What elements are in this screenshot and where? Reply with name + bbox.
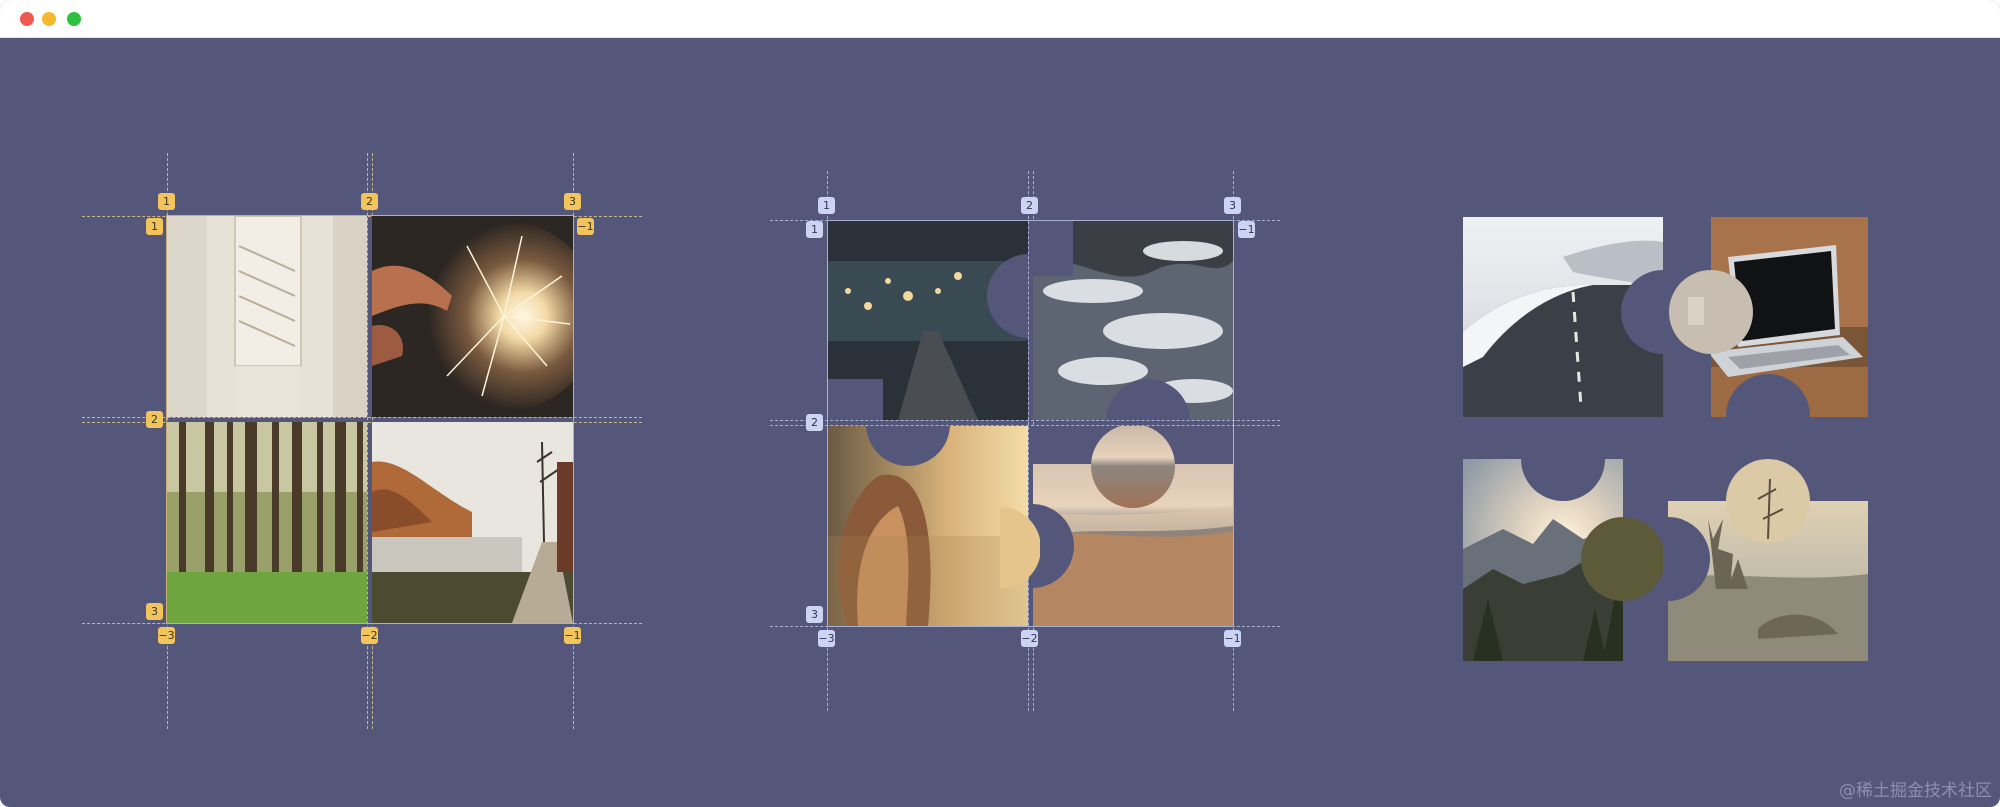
col-line-number-negative: −2 — [361, 627, 378, 644]
laptop-photo — [1668, 217, 1868, 417]
title-bar — [0, 0, 2000, 38]
col-line-number: 1 — [158, 193, 175, 210]
snowy-road-photo — [1463, 217, 1663, 417]
col-line-number: 1 — [818, 197, 835, 214]
col-line-number: 3 — [564, 193, 581, 210]
row-line-number: 2 — [146, 411, 163, 428]
deer-field-photo — [1668, 459, 1868, 661]
close-dot[interactable] — [20, 12, 34, 26]
row-line-number-negative: −1 — [577, 218, 594, 235]
col-line-number: 2 — [1021, 197, 1038, 214]
girl-knob — [1000, 507, 1040, 589]
zoom-dot[interactable] — [67, 12, 81, 26]
row-line-number: 3 — [146, 603, 163, 620]
watermark: @稀土掘金技术社区 — [1839, 781, 1992, 801]
row-line-number-negative: −1 — [1238, 221, 1255, 238]
app-window: 1 2 3 1 −1 2 3 −3 −2 −1 1 2 3 1 −1 2 3 −… — [0, 0, 2000, 807]
col-line-number-negative: −1 — [1224, 630, 1241, 647]
city-knob — [988, 377, 1048, 425]
row-line-number: 2 — [806, 414, 823, 431]
mountain-sunrise-photo — [1463, 459, 1663, 661]
row-line-number: 1 — [146, 218, 163, 235]
row-line-number: 3 — [806, 606, 823, 623]
minimize-dot[interactable] — [42, 12, 56, 26]
col-line-number-negative: −1 — [564, 627, 581, 644]
col-line-number-negative: −3 — [818, 630, 835, 647]
col-line-number-negative: −2 — [1021, 630, 1038, 647]
col-line-number: 3 — [1224, 197, 1241, 214]
col-line-number-negative: −3 — [158, 627, 175, 644]
col-line-number: 2 — [361, 193, 378, 210]
grid-1-frame — [166, 215, 574, 624]
demo-stage: 1 2 3 1 −1 2 3 −3 −2 −1 1 2 3 1 −1 2 3 −… — [0, 37, 2000, 807]
row-line-number: 1 — [806, 221, 823, 238]
